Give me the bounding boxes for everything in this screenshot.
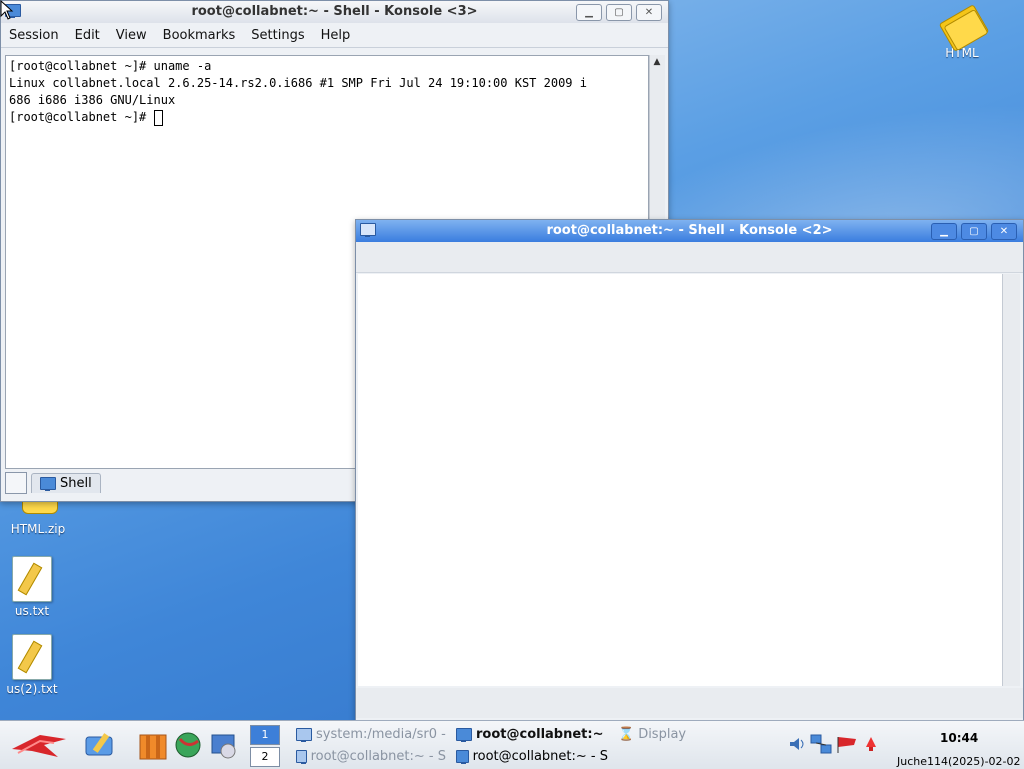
konsole-2-menubar — [356, 242, 1023, 273]
desktop-icon-html-folder[interactable]: HTML — [926, 4, 998, 60]
desktop-icon-label: us.txt — [14, 604, 50, 618]
desktop-icon-us2-txt[interactable]: us(2).txt — [0, 634, 68, 696]
terminal-scrollbar[interactable] — [1002, 274, 1020, 686]
task-system-media[interactable]: system:/media/sr0 - — [296, 724, 446, 744]
mouse-pointer-icon — [0, 0, 14, 24]
menu-session[interactable]: Session — [1, 28, 67, 43]
menu-settings[interactable]: Settings — [243, 28, 312, 43]
desktop-icon-us-txt[interactable]: us.txt — [0, 556, 68, 618]
hourglass-icon: ⌛ — [618, 726, 635, 742]
minimize-button[interactable]: ▁ — [931, 223, 957, 240]
task-label: root@collabnet:~ - S — [472, 748, 608, 764]
menu-view[interactable]: View — [108, 28, 155, 43]
terminal-prompt: [root@collabnet ~]# — [9, 110, 154, 124]
monitor-icon — [456, 749, 469, 764]
maximize-button[interactable]: ▢ — [961, 223, 987, 240]
maximize-button[interactable]: ▢ — [606, 4, 632, 21]
pager-desktop-2[interactable]: 2 — [250, 747, 280, 767]
desktop-pager: 1 2 — [250, 725, 280, 769]
konsole-2-window[interactable]: root@collabnet:~ - Shell - Konsole <2> ▁… — [355, 219, 1024, 721]
folder-icon — [938, 4, 990, 52]
terminal-output[interactable] — [358, 274, 1002, 686]
konsole-2-tabbar — [356, 688, 1023, 718]
terminal-line: 686 i686 i386 GNU/Linux — [9, 93, 176, 107]
pager-desktop-1[interactable]: 1 — [250, 725, 280, 745]
monitor-icon — [40, 477, 56, 491]
text-file-icon — [12, 634, 52, 680]
desktop-icon-label: us(2).txt — [6, 682, 58, 696]
scroll-up-arrow-icon[interactable]: ▲ — [650, 55, 664, 69]
media-player-icon[interactable] — [210, 731, 238, 759]
minimize-button[interactable]: ▁ — [576, 4, 602, 21]
menu-help[interactable]: Help — [313, 28, 359, 43]
task-display[interactable]: ⌛ Display — [618, 724, 738, 744]
task-konsole-other[interactable]: root@collabnet:~ - S — [456, 746, 608, 766]
task-label: root@collabnet:~ - S — [310, 748, 446, 764]
close-button[interactable]: ✕ — [991, 223, 1017, 240]
tab-shell[interactable]: Shell — [31, 473, 101, 493]
new-session-icon[interactable] — [5, 472, 27, 494]
volume-icon[interactable] — [788, 735, 806, 757]
tab-label: Shell — [60, 476, 92, 491]
task-label: system:/media/sr0 - — [316, 726, 446, 742]
task-label: Display — [638, 726, 687, 742]
monitor-icon — [296, 749, 307, 764]
file-manager-icon[interactable] — [138, 731, 168, 761]
date: Juche114(2025)-02-02 — [897, 755, 1021, 768]
taskbar: 1 2 system:/media/sr0 - root@collabnet:~… — [0, 720, 1024, 769]
clock[interactable]: 10:44 — [940, 731, 978, 745]
konsole-3-titlebar[interactable]: root@collabnet:~ - Shell - Konsole <3> ▁… — [1, 1, 668, 23]
terminal-cursor — [153, 109, 163, 126]
update-notifier-icon[interactable] — [864, 735, 878, 757]
web-browser-icon[interactable] — [174, 731, 202, 759]
flag-icon[interactable] — [836, 735, 858, 757]
network-icon[interactable] — [810, 733, 832, 759]
start-menu-icon[interactable] — [10, 729, 68, 761]
konsole-3-tabbar: Shell — [3, 469, 355, 497]
monitor-icon — [456, 727, 472, 742]
terminal-line: [root@collabnet ~]# uname -a — [9, 59, 212, 73]
window-title: root@collabnet:~ - Shell - Konsole <2> — [546, 223, 833, 238]
menu-bookmarks[interactable]: Bookmarks — [155, 28, 244, 43]
terminal-line: Linux collabnet.local 2.6.25-14.rs2.0.i6… — [9, 76, 587, 90]
desktop-settings-icon[interactable] — [84, 731, 118, 759]
menu-edit[interactable]: Edit — [67, 28, 108, 43]
text-file-icon — [12, 556, 52, 602]
close-button[interactable]: ✕ — [636, 4, 662, 21]
konsole-3-menubar: Session Edit View Bookmarks Settings Hel… — [1, 23, 668, 48]
monitor-icon — [296, 727, 312, 742]
task-konsole-3[interactable]: root@collabnet:~ - S — [296, 746, 446, 766]
window-title: root@collabnet:~ - Shell - Konsole <3> — [191, 4, 478, 19]
desktop-icon-label: HTML.zip — [10, 522, 66, 536]
task-label: root@collabnet:~ — [476, 726, 604, 742]
konsole-2-titlebar[interactable]: root@collabnet:~ - Shell - Konsole <2> ▁… — [356, 220, 1023, 242]
task-konsole-2[interactable]: root@collabnet:~ — [456, 724, 606, 744]
